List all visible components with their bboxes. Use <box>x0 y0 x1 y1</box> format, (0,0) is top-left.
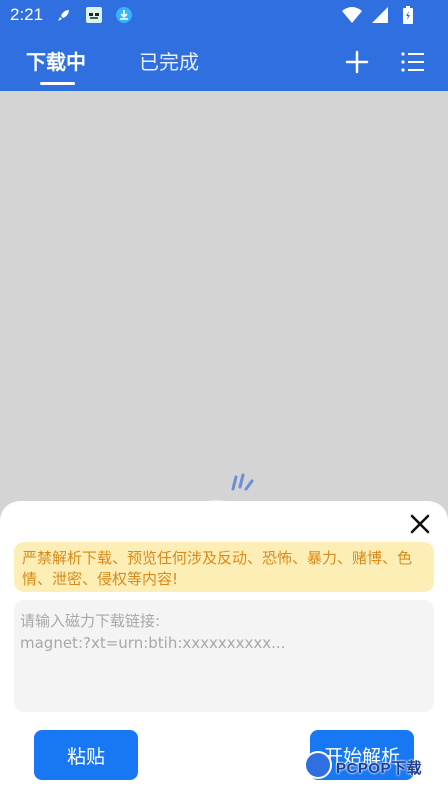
watermark-text: PCPOP下载 <box>336 760 423 777</box>
list-icon <box>401 52 424 72</box>
signal-icon <box>370 5 390 25</box>
status-time: 2:21 <box>10 5 44 24</box>
tab-completed[interactable]: 已完成 <box>139 46 199 75</box>
add-icon <box>345 50 369 74</box>
active-tab-indicator <box>40 82 75 85</box>
app-icon <box>84 5 104 25</box>
download-icon <box>114 5 134 25</box>
rocket-icon <box>54 5 74 25</box>
menu-list-button[interactable] <box>399 48 427 76</box>
status-bar: 2:21 <box>0 0 448 30</box>
add-button[interactable] <box>343 48 371 76</box>
close-icon <box>410 514 430 534</box>
status-notifications <box>54 5 134 25</box>
top-app-bar: 下载中 已完成 <box>0 30 448 91</box>
watermark: PCPOP下载 <box>304 749 448 783</box>
watermark-logo-icon <box>304 751 332 779</box>
magnet-link-input[interactable] <box>14 600 434 712</box>
battery-icon <box>398 5 418 25</box>
warning-notice: 严禁解析下载、预览任何涉及反动、恐怖、暴力、赌博、色情、泄密、侵权等内容! <box>14 542 434 592</box>
tab-downloading[interactable]: 下载中 <box>26 46 86 75</box>
paste-button[interactable]: 粘贴 <box>34 730 138 780</box>
close-button[interactable] <box>409 513 431 535</box>
wifi-icon <box>342 5 362 25</box>
status-system-icons <box>342 5 418 25</box>
